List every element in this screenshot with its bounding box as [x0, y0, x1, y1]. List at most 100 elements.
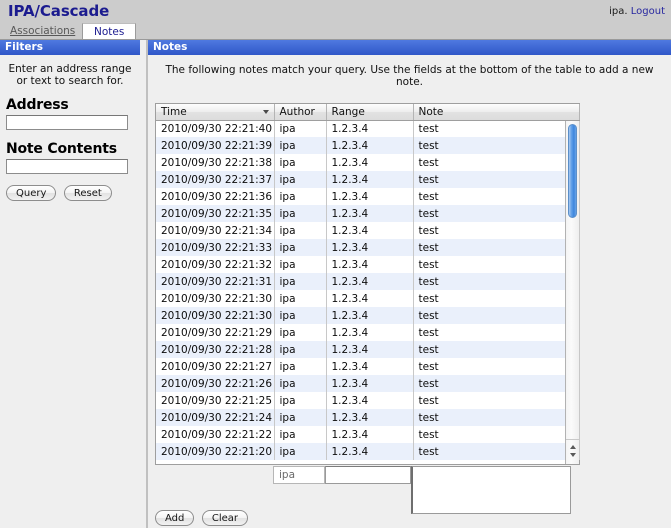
tab-notes[interactable]: Notes	[82, 23, 136, 39]
table-row[interactable]: 2010/09/30 22:21:29ipa1.2.3.4test	[156, 324, 579, 341]
cell-note: test	[413, 256, 579, 273]
sort-descending-icon	[263, 110, 269, 114]
cell-time: 2010/09/30 22:21:38	[156, 154, 274, 171]
cell-range[interactable]: 1.2.3.4	[326, 290, 413, 307]
cell-range[interactable]: 1.2.3.4	[326, 256, 413, 273]
cell-author: ipa	[274, 409, 326, 426]
table-row[interactable]: 2010/09/30 22:21:37ipa1.2.3.4test	[156, 171, 579, 188]
table-row[interactable]: 2010/09/30 22:21:39ipa1.2.3.4test	[156, 137, 579, 154]
table-row[interactable]: 2010/09/30 22:21:25ipa1.2.3.4test	[156, 392, 579, 409]
scrollbar-arrows	[566, 439, 579, 464]
cell-author: ipa	[274, 290, 326, 307]
note-contents-input[interactable]	[6, 159, 128, 174]
cell-range[interactable]: 1.2.3.4	[326, 307, 413, 324]
cell-range[interactable]: 1.2.3.4	[326, 375, 413, 392]
user-session-area: ipa. Logout	[609, 6, 665, 17]
cell-note: test	[413, 137, 579, 154]
cell-range[interactable]: 1.2.3.4	[326, 120, 413, 137]
cell-range[interactable]: 1.2.3.4	[326, 154, 413, 171]
table-row[interactable]: 2010/09/30 22:21:40ipa1.2.3.4test	[156, 120, 579, 137]
new-note-text-input[interactable]	[411, 466, 571, 514]
cell-range[interactable]: 1.2.3.4	[326, 443, 413, 460]
cell-time: 2010/09/30 22:21:37	[156, 171, 274, 188]
table-row[interactable]: 2010/09/30 22:21:26ipa1.2.3.4test	[156, 375, 579, 392]
cell-time: 2010/09/30 22:21:29	[156, 324, 274, 341]
clear-note-button[interactable]: Clear	[202, 510, 248, 526]
cell-range[interactable]: 1.2.3.4	[326, 137, 413, 154]
cell-note: test	[413, 154, 579, 171]
notes-table-head: Time Author Range Note	[156, 104, 579, 120]
cell-time: 2010/09/30 22:21:25	[156, 392, 274, 409]
filters-help-text: Enter an address range or text to search…	[8, 63, 132, 87]
logout-link[interactable]: Logout	[631, 6, 665, 17]
column-header-time-label: Time	[161, 106, 187, 118]
table-row[interactable]: 2010/09/30 22:21:24ipa1.2.3.4test	[156, 409, 579, 426]
cell-author: ipa	[274, 154, 326, 171]
table-row[interactable]: 2010/09/30 22:21:33ipa1.2.3.4test	[156, 239, 579, 256]
column-header-range[interactable]: Range	[326, 104, 413, 120]
cell-time: 2010/09/30 22:21:30	[156, 290, 274, 307]
cell-range[interactable]: 1.2.3.4	[326, 273, 413, 290]
cell-note: test	[413, 341, 579, 358]
sidebar-splitter[interactable]	[140, 40, 148, 528]
cell-time: 2010/09/30 22:21:34	[156, 222, 274, 239]
cell-range[interactable]: 1.2.3.4	[326, 409, 413, 426]
table-row[interactable]: 2010/09/30 22:21:35ipa1.2.3.4test	[156, 205, 579, 222]
notes-table-container: Time Author Range Note 2010/09/30 22:21:…	[155, 103, 580, 465]
cell-range[interactable]: 1.2.3.4	[326, 205, 413, 222]
notes-table-scrollbar[interactable]	[565, 121, 579, 464]
cell-time: 2010/09/30 22:21:28	[156, 341, 274, 358]
cell-author: ipa	[274, 426, 326, 443]
table-row[interactable]: 2010/09/30 22:21:38ipa1.2.3.4test	[156, 154, 579, 171]
scroll-up-icon[interactable]	[570, 445, 576, 449]
cell-author: ipa	[274, 273, 326, 290]
table-row[interactable]: 2010/09/30 22:21:30ipa1.2.3.4test	[156, 290, 579, 307]
cell-note: test	[413, 392, 579, 409]
cell-note: test	[413, 307, 579, 324]
main-tabs: Associations Notes	[0, 23, 671, 40]
filter-actions: Query Reset	[6, 185, 134, 201]
cell-range[interactable]: 1.2.3.4	[326, 392, 413, 409]
cell-time: 2010/09/30 22:21:36	[156, 188, 274, 205]
column-header-time[interactable]: Time	[156, 104, 274, 120]
cell-author: ipa	[274, 222, 326, 239]
cell-range[interactable]: 1.2.3.4	[326, 239, 413, 256]
cell-range[interactable]: 1.2.3.4	[326, 358, 413, 375]
reset-button[interactable]: Reset	[64, 185, 112, 201]
table-row[interactable]: 2010/09/30 22:21:30ipa1.2.3.4test	[156, 307, 579, 324]
table-row[interactable]: 2010/09/30 22:21:32ipa1.2.3.4test	[156, 256, 579, 273]
cell-note: test	[413, 375, 579, 392]
cell-author: ipa	[274, 205, 326, 222]
cell-author: ipa	[274, 443, 326, 460]
table-row[interactable]: 2010/09/30 22:21:34ipa1.2.3.4test	[156, 222, 579, 239]
new-note-range-input[interactable]	[325, 466, 411, 484]
cell-range[interactable]: 1.2.3.4	[326, 341, 413, 358]
cell-author: ipa	[274, 324, 326, 341]
cell-range[interactable]: 1.2.3.4	[326, 222, 413, 239]
table-row[interactable]: 2010/09/30 22:21:36ipa1.2.3.4test	[156, 188, 579, 205]
scroll-down-icon[interactable]	[570, 453, 576, 457]
cell-note: test	[413, 188, 579, 205]
column-header-note[interactable]: Note	[413, 104, 579, 120]
tab-associations[interactable]: Associations	[5, 23, 80, 39]
notes-intro-text: The following notes match your query. Us…	[148, 55, 671, 95]
cell-range[interactable]: 1.2.3.4	[326, 188, 413, 205]
query-button[interactable]: Query	[6, 185, 56, 201]
cell-author: ipa	[274, 341, 326, 358]
new-note-author-value: ipa	[273, 466, 325, 484]
cell-range[interactable]: 1.2.3.4	[326, 324, 413, 341]
table-row[interactable]: 2010/09/30 22:21:31ipa1.2.3.4test	[156, 273, 579, 290]
add-note-button[interactable]: Add	[155, 510, 194, 526]
table-row[interactable]: 2010/09/30 22:21:22ipa1.2.3.4test	[156, 426, 579, 443]
cell-time: 2010/09/30 22:21:27	[156, 358, 274, 375]
cell-range[interactable]: 1.2.3.4	[326, 171, 413, 188]
table-row[interactable]: 2010/09/30 22:21:27ipa1.2.3.4test	[156, 358, 579, 375]
scrollbar-thumb[interactable]	[568, 124, 577, 218]
address-input[interactable]	[6, 115, 128, 130]
current-user-label: ipa.	[609, 6, 627, 17]
cell-author: ipa	[274, 188, 326, 205]
cell-range[interactable]: 1.2.3.4	[326, 426, 413, 443]
table-row[interactable]: 2010/09/30 22:21:28ipa1.2.3.4test	[156, 341, 579, 358]
column-header-author[interactable]: Author	[274, 104, 326, 120]
table-row[interactable]: 2010/09/30 22:21:20ipa1.2.3.4test	[156, 443, 579, 460]
